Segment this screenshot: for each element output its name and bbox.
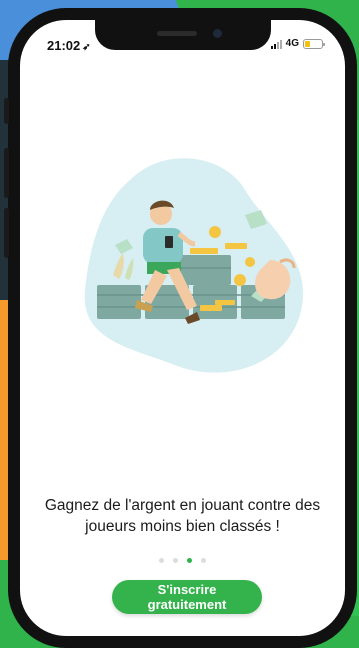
status-indicators: 4G xyxy=(270,38,325,49)
clock: 21:02 xyxy=(47,38,81,53)
front-camera xyxy=(212,29,222,38)
notch xyxy=(94,20,271,50)
status-time: 21:02 ➶ xyxy=(47,38,91,53)
page-dot[interactable] xyxy=(201,558,206,563)
page-dot[interactable] xyxy=(173,558,178,563)
speaker-grille xyxy=(156,31,197,36)
app-screen: 21:02 ➶ 4G Gagnez de l'argent en jouant … xyxy=(20,20,345,636)
page-dot[interactable] xyxy=(187,558,192,563)
location-arrow-icon: ➶ xyxy=(82,42,91,53)
battery-level xyxy=(305,40,310,47)
mute-switch xyxy=(4,98,9,124)
signup-free-button[interactable]: S'inscrire gratuitement xyxy=(112,580,262,614)
phone-frame: 21:02 ➶ 4G Gagnez de l'argent en jouant … xyxy=(4,8,357,648)
signal-icon xyxy=(270,39,282,49)
network-type: 4G xyxy=(285,38,299,49)
volume-down-button xyxy=(4,208,9,258)
volume-up-button xyxy=(4,148,9,198)
page-dot[interactable] xyxy=(159,558,164,563)
battery-icon xyxy=(303,38,325,49)
onboarding-headline: Gagnez de l'argent en jouant contre des … xyxy=(44,497,321,535)
onboarding-illustration xyxy=(84,158,303,373)
page-indicator[interactable] xyxy=(20,558,345,563)
